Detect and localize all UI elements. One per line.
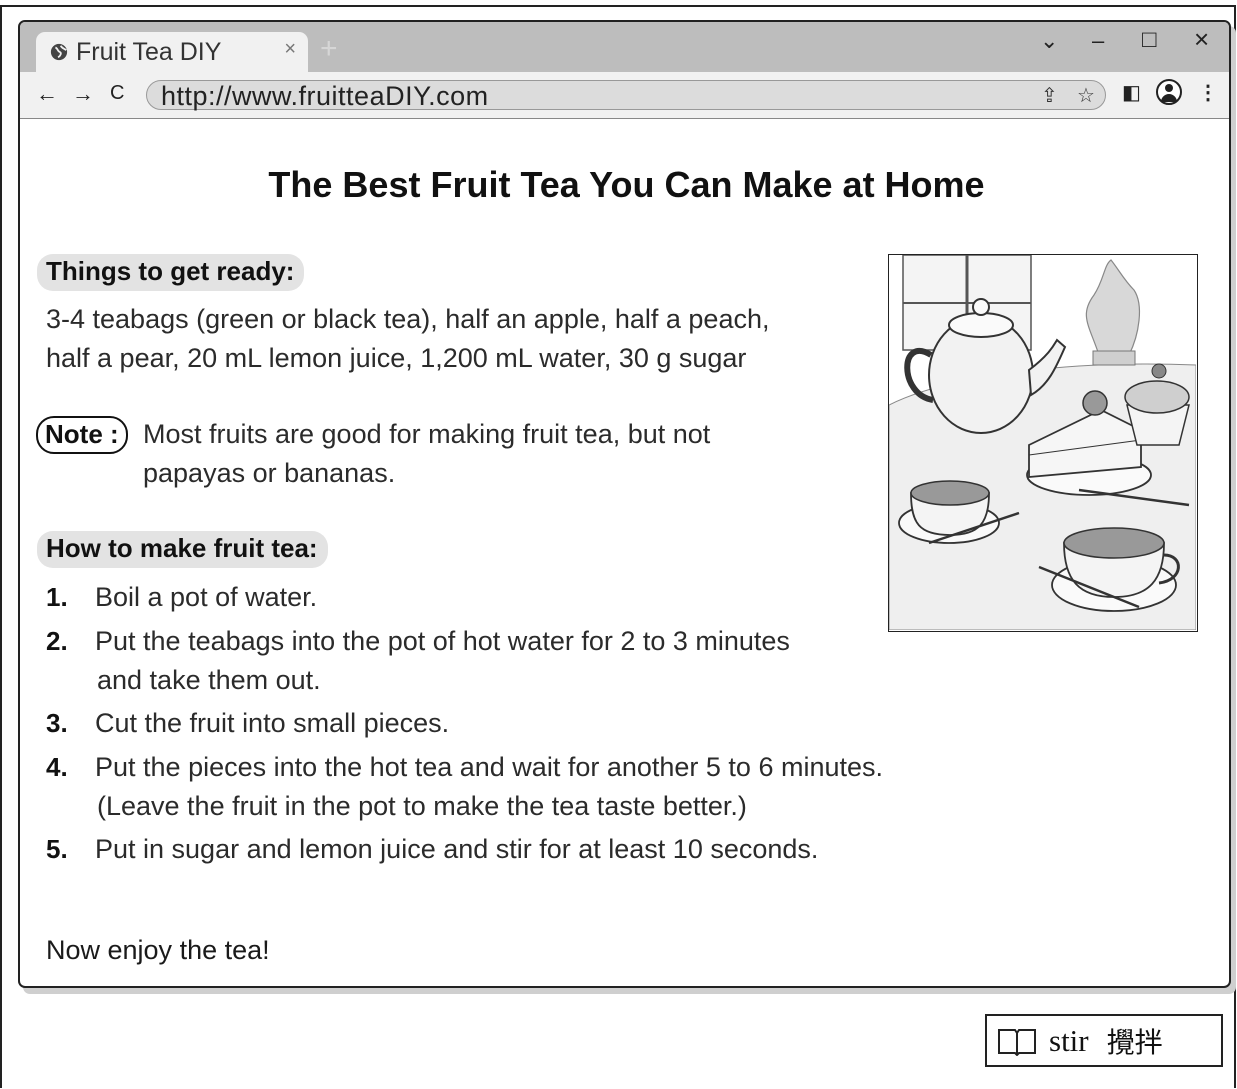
- ingredients-heading: Things to get ready:: [37, 254, 305, 291]
- note-line-2: papayas or bananas.: [143, 458, 396, 488]
- step-text-continued: (Leave the fruit in the pot to make the …: [97, 791, 747, 821]
- step-text: Put in sugar and lemon juice and stir fo…: [95, 834, 819, 864]
- note-label: Note :: [36, 416, 128, 454]
- tab-title: Fruit Tea DIY: [76, 37, 222, 66]
- profile-icon[interactable]: [1156, 79, 1182, 105]
- address-bar[interactable]: http://www.fruitteaDIY.com ⇪ ☆: [146, 80, 1106, 111]
- forward-button[interactable]: →: [72, 81, 94, 107]
- steps-heading: How to make fruit tea:: [37, 531, 328, 568]
- step-number: 4.: [46, 752, 68, 782]
- step-number: 3.: [46, 708, 68, 738]
- tab-close-icon[interactable]: ×: [284, 38, 296, 61]
- browser-chrome: Fruit Tea DIY × + ⌄ – □ × ← → C http://w…: [20, 22, 1229, 119]
- minimize-button[interactable]: –: [1092, 28, 1104, 54]
- maximize-button[interactable]: □: [1142, 26, 1157, 54]
- browser-window: Fruit Tea DIY × + ⌄ – □ × ← → C http://w…: [18, 20, 1231, 988]
- close-window-button[interactable]: ×: [1194, 24, 1209, 55]
- page-title: The Best Fruit Tea You Can Make at Home: [268, 164, 985, 205]
- step-text: Boil a pot of water.: [95, 582, 318, 612]
- back-button[interactable]: ←: [36, 81, 58, 107]
- glossary-word: stir: [1049, 1022, 1089, 1058]
- step-number: 2.: [46, 626, 68, 656]
- reload-button[interactable]: C: [110, 82, 124, 105]
- browser-toolbar: ← → C http://www.fruitteaDIY.com ⇪ ☆ ◧ ⋮: [20, 72, 1229, 118]
- share-icon[interactable]: ⇪: [1041, 83, 1058, 108]
- menu-icon[interactable]: ⋮: [1198, 80, 1218, 105]
- book-icon: [998, 1028, 1036, 1056]
- glossary-definition: 攪拌: [1106, 1025, 1163, 1059]
- step-text: Put the teabags into the pot of hot wate…: [95, 626, 790, 656]
- globe-icon: [50, 43, 68, 61]
- step-text: Put the pieces into the hot tea and wait…: [95, 752, 883, 782]
- glossary-box: stir 攪拌: [985, 1014, 1223, 1067]
- step-number: 1.: [46, 582, 68, 612]
- tea-party-image: [888, 254, 1197, 631]
- tab-search-dropdown-icon[interactable]: ⌄: [1040, 28, 1058, 54]
- tea-party-illustration: [888, 254, 1198, 632]
- url-text[interactable]: http://www.fruitteaDIY.com: [161, 81, 489, 111]
- ingredients-line-1: 3-4 teabags (green or black tea), half a…: [46, 304, 770, 334]
- closing-text: Now enjoy the tea!: [46, 935, 270, 965]
- ingredients-line-2: half a pear, 20 mL lemon juice, 1,200 mL…: [46, 343, 747, 373]
- note-line-1: Most fruits are good for making fruit te…: [143, 419, 711, 449]
- step-text-continued: and take them out.: [97, 665, 321, 695]
- step-number: 5.: [46, 834, 68, 864]
- new-tab-button[interactable]: +: [320, 32, 338, 66]
- step-text: Cut the fruit into small pieces.: [95, 708, 450, 738]
- side-panel-icon[interactable]: ◧: [1122, 80, 1141, 105]
- browser-tab[interactable]: Fruit Tea DIY ×: [36, 32, 308, 72]
- star-icon[interactable]: ☆: [1077, 83, 1095, 108]
